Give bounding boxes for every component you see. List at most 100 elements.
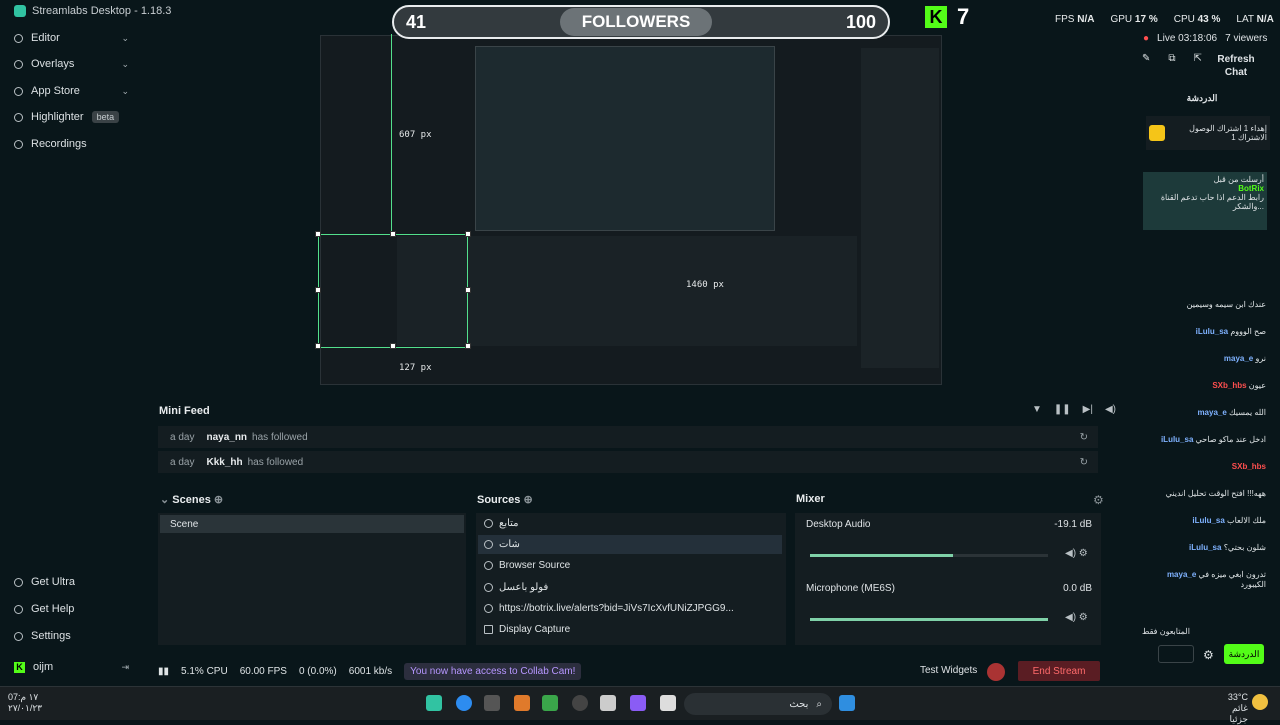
volume-slider[interactable] xyxy=(810,618,1048,621)
chat-username[interactable]: iLulu_sa xyxy=(1192,516,1224,525)
app-taskbar-icon[interactable] xyxy=(572,695,588,711)
pause-icon[interactable]: ❚❚ xyxy=(1054,404,1071,415)
recordings-icon xyxy=(14,139,23,149)
chat-username[interactable]: maya_e xyxy=(1224,354,1253,363)
resize-handle[interactable] xyxy=(315,231,321,237)
app-taskbar-icon[interactable] xyxy=(542,695,558,711)
resize-handle[interactable] xyxy=(390,231,396,237)
logout-icon[interactable]: ⇥ xyxy=(121,662,129,673)
kick-viewer-count: K 7 xyxy=(925,4,969,30)
taskbar-search[interactable]: بحث ⌕ xyxy=(684,693,832,715)
resize-handle[interactable] xyxy=(315,287,321,293)
add-scene-icon[interactable]: ⊕ xyxy=(214,494,223,506)
app-taskbar-icon[interactable] xyxy=(484,695,500,711)
chat-text: ههه!!! افتح الوقت تحليل انديني xyxy=(1165,489,1266,498)
chat-input[interactable] xyxy=(1158,645,1194,663)
share-icon[interactable]: ⧉ xyxy=(1168,53,1175,64)
source-item[interactable]: Browser Source xyxy=(484,560,570,571)
sidebar-item-app-store[interactable]: App Store ⌄ xyxy=(14,85,129,97)
stats-icon[interactable]: ▮▮ xyxy=(158,666,169,677)
scene-item[interactable]: Scene xyxy=(160,515,464,533)
chat-send-button[interactable]: الدردشة xyxy=(1224,644,1264,664)
resize-handle[interactable] xyxy=(465,231,471,237)
guide-line xyxy=(391,34,392,234)
chat-username[interactable]: iLulu_sa xyxy=(1189,543,1221,552)
mute-icon[interactable]: ◀) ⚙ xyxy=(1065,612,1088,623)
chat-text: ادخل عند ماكو صاحي xyxy=(1195,435,1266,444)
live-dot-icon: ● xyxy=(1143,33,1150,44)
repeat-alert-icon[interactable]: ↻ xyxy=(1080,432,1088,443)
source-item[interactable]: Display Capture xyxy=(484,624,570,635)
windows-start-icon[interactable] xyxy=(839,695,855,711)
sidebar-item-get-ultra[interactable]: Get Ultra xyxy=(14,576,129,588)
record-icon[interactable] xyxy=(987,663,1005,681)
chat-username[interactable]: maya_e xyxy=(1167,570,1196,579)
sidebar-item-recordings[interactable]: Recordings xyxy=(14,138,129,150)
sources-title: Sources ⊕ xyxy=(477,494,533,506)
mini-feed-title: Mini Feed xyxy=(159,405,210,417)
pinned-message[interactable]: أرسلت من قبل BotRix رابط الدعم اذا حاب ت… xyxy=(1143,172,1267,230)
display-icon xyxy=(484,625,493,634)
resize-handle[interactable] xyxy=(390,343,396,349)
track-db: 0.0 dB xyxy=(1063,583,1092,594)
followers-label: FOLLOWERS xyxy=(559,8,713,36)
selection-box[interactable] xyxy=(318,234,468,348)
fps-value: 60.00 FPS xyxy=(239,665,287,677)
streamlabs-taskbar-icon[interactable] xyxy=(426,695,442,711)
weather-widget[interactable]: 33°C غائم جزئيا xyxy=(1214,692,1248,725)
mixer-settings-icon[interactable]: ⚙ xyxy=(1093,493,1104,507)
volume-icon[interactable]: ◀) xyxy=(1105,404,1116,415)
scenes-title: ⌄ Scenes ⊕ xyxy=(160,494,224,506)
globe-icon xyxy=(484,604,493,613)
followers-only-label: المتابعون فقط xyxy=(1142,627,1190,636)
followers-current: 41 xyxy=(406,11,427,32)
mixer-title: Mixer xyxy=(796,493,825,505)
source-item[interactable]: فولو باعسل xyxy=(484,582,548,593)
chat-username[interactable]: SXb_hbs xyxy=(1232,462,1266,471)
chat-message: maya_e تدرون ابغي ميزه في الكيبورد xyxy=(1146,570,1266,590)
sidebar-item-settings[interactable]: Settings xyxy=(14,630,129,642)
edge-taskbar-icon[interactable] xyxy=(456,695,472,711)
collab-notice[interactable]: You now have access to Collab Cam! xyxy=(404,662,582,680)
source-item[interactable]: https://botrix.live/alerts?bid=JiVs7IcXv… xyxy=(484,603,734,614)
chat-header: الدردشة xyxy=(1186,93,1218,103)
chat-text: صح الوووم xyxy=(1230,327,1266,336)
add-source-icon[interactable]: ⊕ xyxy=(523,494,532,506)
source-item[interactable]: متابع xyxy=(484,518,519,529)
end-stream-button[interactable]: End Stream xyxy=(1018,661,1100,681)
edit-icon[interactable]: ✎ xyxy=(1142,53,1150,64)
chat-username[interactable]: SXb_hbs xyxy=(1212,381,1246,390)
streamlabs-logo-icon xyxy=(14,5,26,17)
popout-icon[interactable]: ⇱ xyxy=(1194,53,1202,64)
chat-username[interactable]: iLulu_sa xyxy=(1161,435,1193,444)
chat-message: ههه!!! افتح الوقت تحليل انديني xyxy=(1146,489,1266,499)
resize-handle[interactable] xyxy=(465,343,471,349)
chat-settings-icon[interactable]: ⚙ xyxy=(1203,648,1214,662)
test-widgets-button[interactable]: Test Widgets xyxy=(920,665,977,676)
app-taskbar-icon[interactable] xyxy=(514,695,530,711)
kick-logo-icon: K xyxy=(925,6,947,28)
filter-icon[interactable]: ▼ xyxy=(1032,404,1042,415)
repeat-alert-icon[interactable]: ↻ xyxy=(1080,457,1088,468)
sidebar-item-editor[interactable]: Editor ⌄ xyxy=(14,32,129,44)
resize-handle[interactable] xyxy=(315,343,321,349)
app-taskbar-icon[interactable] xyxy=(630,695,646,711)
sidebar-item-highlighter[interactable]: Highlighter beta xyxy=(14,111,129,123)
sidebar-item-get-help[interactable]: Get Help xyxy=(14,603,129,615)
refresh-chat-button[interactable]: Refresh Chat xyxy=(1214,53,1258,79)
source-item[interactable]: شات xyxy=(484,539,520,550)
mute-icon[interactable]: ◀) ⚙ xyxy=(1065,548,1088,559)
skip-icon[interactable]: ▶| xyxy=(1083,404,1093,415)
sidebar-user[interactable]: Koijm ⇥ xyxy=(14,661,129,673)
highlighter-icon xyxy=(14,112,23,122)
chat-toolbar: ✎ ⧉ ⇱ xyxy=(1142,53,1202,64)
preview-canvas[interactable]: 607 px 1460 px 127 px xyxy=(315,34,942,385)
explorer-taskbar-icon[interactable] xyxy=(660,695,676,711)
volume-slider[interactable] xyxy=(810,554,1048,557)
chat-username[interactable]: maya_e xyxy=(1197,408,1226,417)
store-taskbar-icon[interactable] xyxy=(600,695,616,711)
sidebar-item-overlays[interactable]: Overlays ⌄ xyxy=(14,58,129,70)
gift-icon xyxy=(1149,125,1165,141)
resize-handle[interactable] xyxy=(465,287,471,293)
chat-username[interactable]: iLulu_sa xyxy=(1196,327,1228,336)
